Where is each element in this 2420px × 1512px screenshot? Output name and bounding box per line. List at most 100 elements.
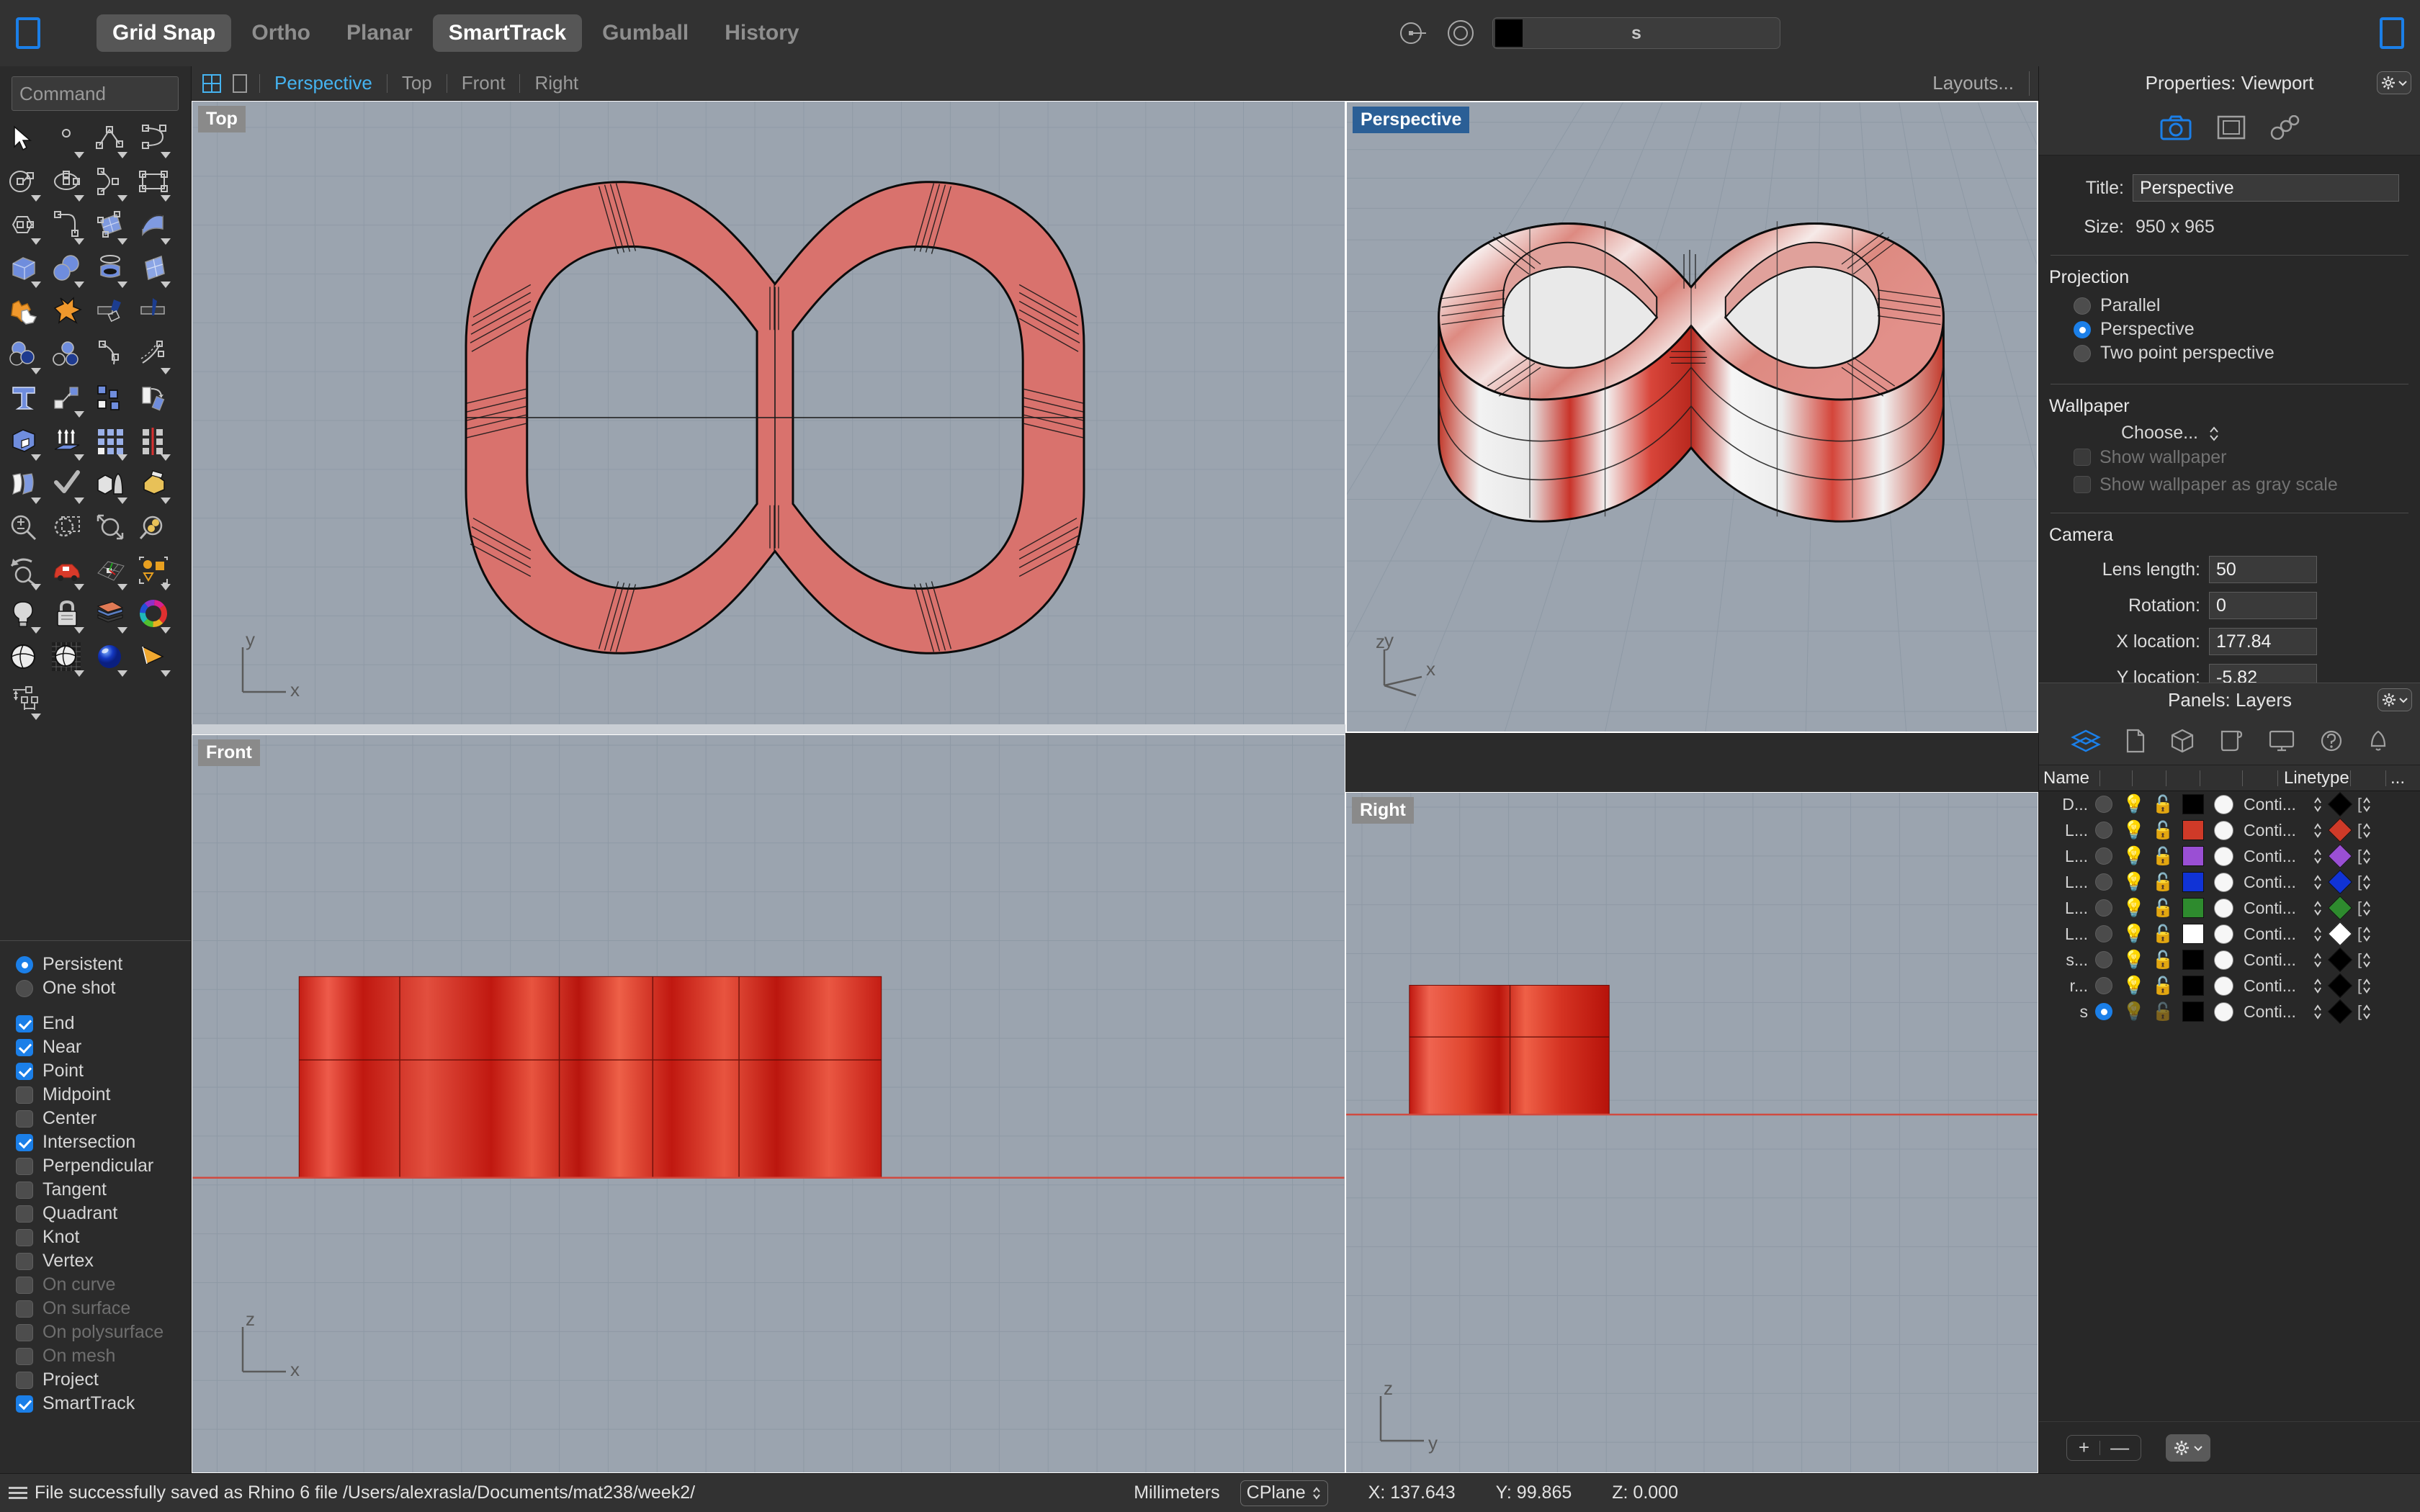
offset-surface-icon[interactable] (3, 465, 46, 508)
apply-material-icon[interactable] (133, 465, 176, 508)
stepper-arrows-icon[interactable] (2362, 950, 2372, 969)
osnap-tangent-checkbox[interactable] (16, 1181, 33, 1199)
solid-primitives-icon[interactable] (89, 465, 133, 508)
four-view-layout-icon[interactable] (202, 73, 222, 94)
mode-smarttrack[interactable]: SmartTrack (432, 14, 583, 52)
stepper-arrows-icon[interactable] (2362, 899, 2372, 917)
light-bulb-icon[interactable]: 💡 (2123, 820, 2145, 841)
one-shot-radio[interactable] (16, 979, 33, 997)
boolean-union-icon[interactable] (3, 292, 46, 336)
osnap-point[interactable]: Point (16, 1059, 191, 1083)
stepper-arrows-icon[interactable] (2362, 924, 2372, 943)
layers-icon[interactable] (2071, 729, 2101, 752)
viewport-title-input[interactable]: Perspective (2133, 174, 2399, 202)
unlock-icon[interactable]: 🔓 (2152, 820, 2174, 841)
mode-planar[interactable]: Planar (331, 14, 429, 52)
stepper-arrows-icon[interactable] (2313, 821, 2323, 840)
rectangle-icon[interactable] (133, 163, 176, 206)
viewport-label-front[interactable]: Front (198, 739, 260, 766)
table-row[interactable]: L... 💡 🔓 Conti... [ (2039, 895, 2420, 921)
select-objects-icon[interactable] (133, 552, 176, 595)
osnap-intersection[interactable]: Intersection (16, 1130, 191, 1154)
light-bulb-icon[interactable] (3, 595, 46, 638)
viewport-label-perspective[interactable]: Perspective (1353, 107, 1470, 133)
osnap-perpendicular-checkbox[interactable] (16, 1157, 33, 1175)
mesh-plane-icon[interactable] (133, 249, 176, 292)
layer-current-radio[interactable] (2095, 847, 2112, 865)
stepper-arrows-icon[interactable] (2313, 924, 2323, 943)
layer-print-color[interactable] (2328, 896, 2353, 920)
x-location-input[interactable]: 177.84 (2209, 628, 2317, 655)
light-bulb-icon[interactable]: 💡 (2123, 924, 2145, 945)
stepper-arrows-icon[interactable] (2313, 976, 2323, 995)
camera-cone-icon[interactable] (133, 638, 176, 681)
layer-linetype[interactable]: Conti... (2244, 873, 2313, 892)
layer-material-circle[interactable] (2214, 1002, 2234, 1022)
toggle-right-panel-button[interactable] (2380, 17, 2404, 49)
explode-icon[interactable] (46, 292, 89, 336)
layer-print-color[interactable] (2328, 870, 2353, 894)
light-bulb-icon[interactable]: 💡 (2123, 794, 2145, 815)
osnap-vertex-checkbox[interactable] (16, 1252, 33, 1270)
unlock-icon[interactable]: 🔓 (2152, 872, 2174, 893)
column-more[interactable]: ... (2386, 765, 2405, 791)
units-label[interactable]: Millimeters (1134, 1482, 1219, 1503)
osnap-quadrant-checkbox[interactable] (16, 1205, 33, 1223)
unlock-icon[interactable]: 🔓 (2152, 950, 2174, 971)
layer-color-swatch[interactable] (2182, 872, 2205, 892)
osnap-vertex[interactable]: Vertex (16, 1249, 191, 1273)
polyline-icon[interactable] (89, 120, 133, 163)
layer-current-radio[interactable] (2095, 951, 2112, 968)
osnap-smarttrack-checkbox[interactable] (16, 1395, 33, 1413)
properties-gear-button[interactable] (2377, 71, 2411, 94)
layer-linetype[interactable]: Conti... (2244, 899, 2313, 918)
table-row[interactable]: s... 💡 🔓 Conti... [ (2039, 947, 2420, 973)
osnap-end[interactable]: End (16, 1012, 191, 1035)
parallel-radio[interactable] (2074, 297, 2091, 315)
layer-current-radio[interactable] (2095, 796, 2112, 813)
layer-color-swatch[interactable] (2182, 950, 2205, 970)
layer-material-circle[interactable] (2214, 950, 2234, 970)
osnap-project[interactable]: Project (16, 1368, 191, 1392)
osnap-smarttrack[interactable]: SmartTrack (16, 1392, 191, 1416)
projection-perspective[interactable]: Perspective (2074, 318, 2420, 341)
layer-color-swatch[interactable] (2182, 1002, 2205, 1022)
viewport-top[interactable]: yx Top (192, 101, 1345, 733)
layer-material-circle[interactable] (2214, 872, 2234, 892)
stepper-arrows-icon[interactable] (2362, 1002, 2372, 1021)
unlock-icon[interactable]: 🔓 (2152, 846, 2174, 867)
table-row[interactable]: L... 💡 🔓 Conti... [ (2039, 843, 2420, 869)
layer-color-swatch[interactable] (2182, 846, 2205, 866)
osnap-intersection-checkbox[interactable] (16, 1133, 33, 1151)
layer-color-swatch[interactable] (2182, 794, 2205, 814)
layer-print-color[interactable] (2328, 922, 2353, 946)
layer-current-radio[interactable] (2095, 822, 2112, 839)
trim-icon[interactable] (89, 292, 133, 336)
stepper-arrows-icon[interactable] (2313, 873, 2323, 891)
unlock-icon[interactable]: 🔓 (2152, 1002, 2174, 1022)
ghosted-display-icon[interactable] (46, 638, 89, 681)
display-icon[interactable] (2268, 729, 2295, 752)
cplane-dropdown[interactable]: CPlane (1240, 1480, 1328, 1506)
layer-print-color[interactable] (2328, 844, 2353, 868)
check-icon[interactable] (46, 465, 89, 508)
record-timeline-field[interactable]: s (1492, 17, 1780, 49)
light-bulb-icon[interactable]: 💡 (2123, 846, 2145, 867)
remove-layer-button[interactable]: — (2110, 1436, 2129, 1459)
projection-parallel[interactable]: Parallel (2074, 294, 2420, 318)
zoom-in-out-icon[interactable] (3, 508, 46, 552)
stepper-arrows-icon[interactable] (2362, 795, 2372, 814)
table-row[interactable]: L... 💡 🔓 Conti... [ (2039, 921, 2420, 947)
persistent-radio[interactable] (16, 955, 33, 973)
osnap-knot-checkbox[interactable] (16, 1228, 33, 1246)
boolean-group-icon[interactable] (3, 336, 46, 379)
viewport-label-top[interactable]: Top (198, 106, 246, 132)
light-bulb-icon[interactable]: 💡 (2123, 898, 2145, 919)
stepper-arrows-icon[interactable] (2313, 899, 2323, 917)
layer-linetype[interactable]: Conti... (2244, 924, 2313, 944)
color-wheel-icon[interactable] (133, 595, 176, 638)
projection-two-point[interactable]: Two point perspective (2074, 341, 2420, 365)
unlock-icon[interactable]: 🔓 (2152, 794, 2174, 815)
viewport-tab-front[interactable]: Front (447, 72, 520, 94)
osnap-midpoint[interactable]: Midpoint (16, 1083, 191, 1107)
